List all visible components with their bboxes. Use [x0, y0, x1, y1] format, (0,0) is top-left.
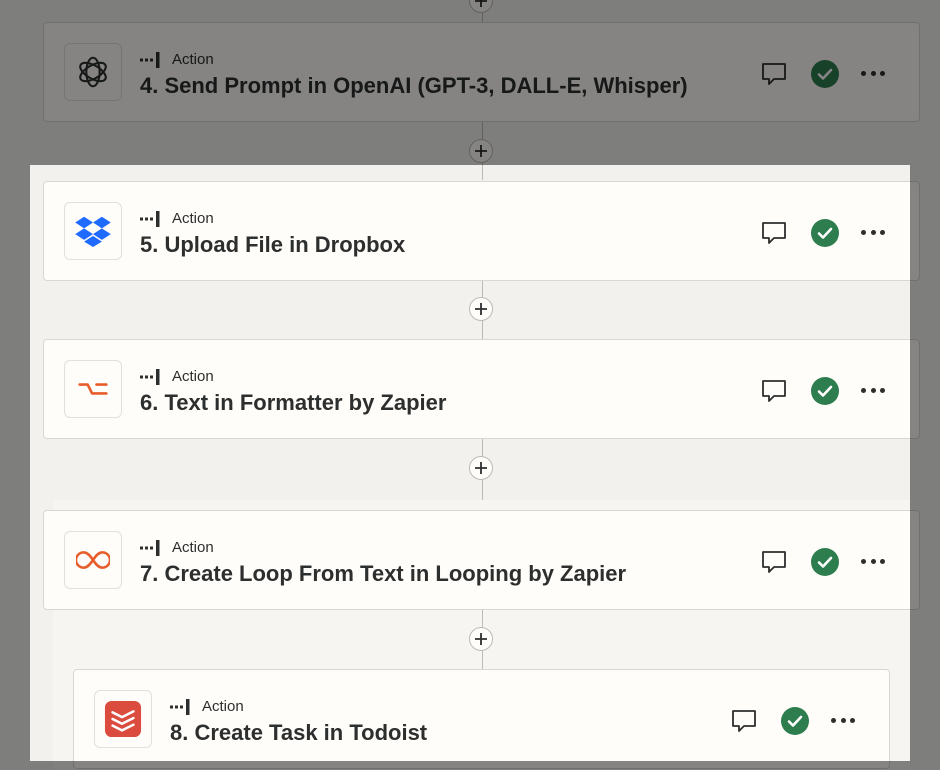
step-title: 6. Text in Formatter by Zapier	[140, 390, 447, 415]
add-step-button[interactable]	[469, 0, 493, 13]
action-type-icon	[140, 368, 162, 385]
check-circle-icon	[811, 548, 839, 576]
more-options-button[interactable]	[859, 378, 887, 402]
step-card-7[interactable]: Action 7. Create Loop From Text in Loopi…	[43, 510, 920, 610]
comment-icon[interactable]	[760, 548, 788, 576]
zap-editor-canvas: Action 4. Send Prompt in OpenAI (GPT-3, …	[0, 0, 940, 770]
comment-icon[interactable]	[730, 707, 758, 735]
add-step-button[interactable]	[469, 297, 493, 321]
step-type-label: Action	[172, 51, 214, 68]
check-circle-icon	[811, 377, 839, 405]
step-card-6[interactable]: Action 6. Text in Formatter by Zapier	[43, 339, 920, 439]
step-type-label: Action	[202, 698, 244, 715]
comment-icon[interactable]	[760, 219, 788, 247]
more-options-button[interactable]	[859, 220, 887, 244]
formatter-icon	[64, 360, 122, 418]
add-step-button[interactable]	[469, 627, 493, 651]
step-type: Action	[140, 368, 214, 385]
more-options-button[interactable]	[829, 708, 857, 732]
comment-icon[interactable]	[760, 377, 788, 405]
step-type-label: Action	[172, 368, 214, 385]
looping-icon	[64, 531, 122, 589]
dropbox-icon	[64, 202, 122, 260]
step-title: 8. Create Task in Todoist	[170, 720, 428, 745]
todoist-icon	[94, 690, 152, 748]
check-circle-icon	[781, 707, 809, 735]
check-circle-icon	[811, 60, 839, 88]
step-type: Action	[170, 698, 244, 715]
more-options-button[interactable]	[859, 549, 887, 573]
step-card-5[interactable]: Action 5. Upload File in Dropbox	[43, 181, 920, 281]
openai-icon	[64, 43, 122, 101]
step-title: 4. Send Prompt in OpenAI (GPT-3, DALL-E,…	[140, 73, 688, 98]
action-type-icon	[170, 698, 192, 715]
action-type-icon	[140, 539, 162, 556]
more-options-button[interactable]	[859, 61, 887, 85]
check-circle-icon	[811, 219, 839, 247]
step-type-label: Action	[172, 539, 214, 556]
step-title: 7. Create Loop From Text in Looping by Z…	[140, 561, 627, 586]
step-type-label: Action	[172, 210, 214, 227]
step-card-4[interactable]: Action 4. Send Prompt in OpenAI (GPT-3, …	[43, 22, 920, 122]
action-type-icon	[140, 210, 162, 227]
step-type: Action	[140, 51, 214, 68]
action-type-icon	[140, 51, 162, 68]
add-step-button[interactable]	[469, 139, 493, 163]
step-card-8[interactable]: Action 8. Create Task in Todoist	[73, 669, 890, 769]
add-step-button[interactable]	[469, 456, 493, 480]
comment-icon[interactable]	[760, 60, 788, 88]
step-type: Action	[140, 210, 214, 227]
step-type: Action	[140, 539, 214, 556]
step-title: 5. Upload File in Dropbox	[140, 232, 406, 257]
